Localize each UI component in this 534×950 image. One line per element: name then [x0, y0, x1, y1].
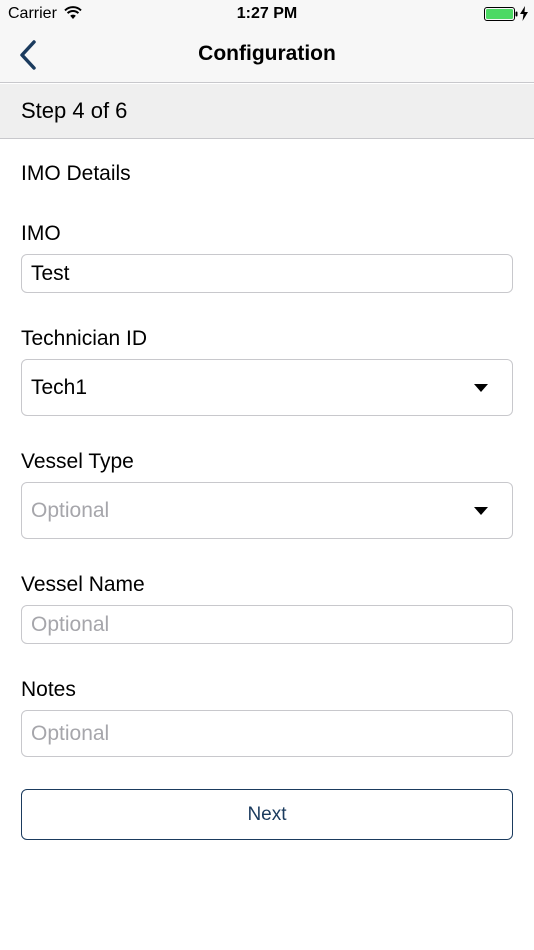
vessel-name-label: Vessel Name [21, 573, 145, 596]
imo-label: IMO [21, 222, 61, 245]
vessel-type-placeholder: Optional [31, 499, 110, 522]
nav-bar: Configuration [0, 28, 534, 83]
technician-id-select[interactable]: Tech1 [21, 359, 513, 416]
section-title: IMO Details [21, 162, 131, 185]
vessel-type-label: Vessel Type [21, 450, 134, 473]
battery-icon [484, 7, 518, 21]
technician-id-label: Technician ID [21, 327, 148, 350]
next-button-label: Next [247, 803, 287, 825]
technician-id-value: Tech1 [31, 376, 88, 399]
notes-label: Notes [21, 678, 76, 701]
dropdown-arrow-icon [474, 507, 488, 515]
vessel-name-placeholder: Optional [31, 613, 110, 636]
page-title: Configuration [198, 42, 336, 65]
imo-input[interactable]: Test [21, 254, 513, 293]
vessel-type-select[interactable]: Optional [21, 482, 513, 539]
notes-placeholder: Optional [31, 722, 110, 745]
status-time: 1:27 PM [236, 5, 298, 22]
charging-icon [520, 6, 528, 21]
step-text: Step 4 of 6 [21, 98, 128, 123]
next-button[interactable]: Next [21, 789, 513, 840]
step-indicator: Step 4 of 6 [0, 84, 534, 139]
vessel-name-input[interactable]: Optional [21, 605, 513, 644]
dropdown-arrow-icon [474, 384, 488, 392]
notes-input[interactable]: Optional [21, 710, 513, 757]
status-bar: Carrier 1:27 PM [0, 0, 534, 28]
imo-value: Test [31, 262, 70, 285]
